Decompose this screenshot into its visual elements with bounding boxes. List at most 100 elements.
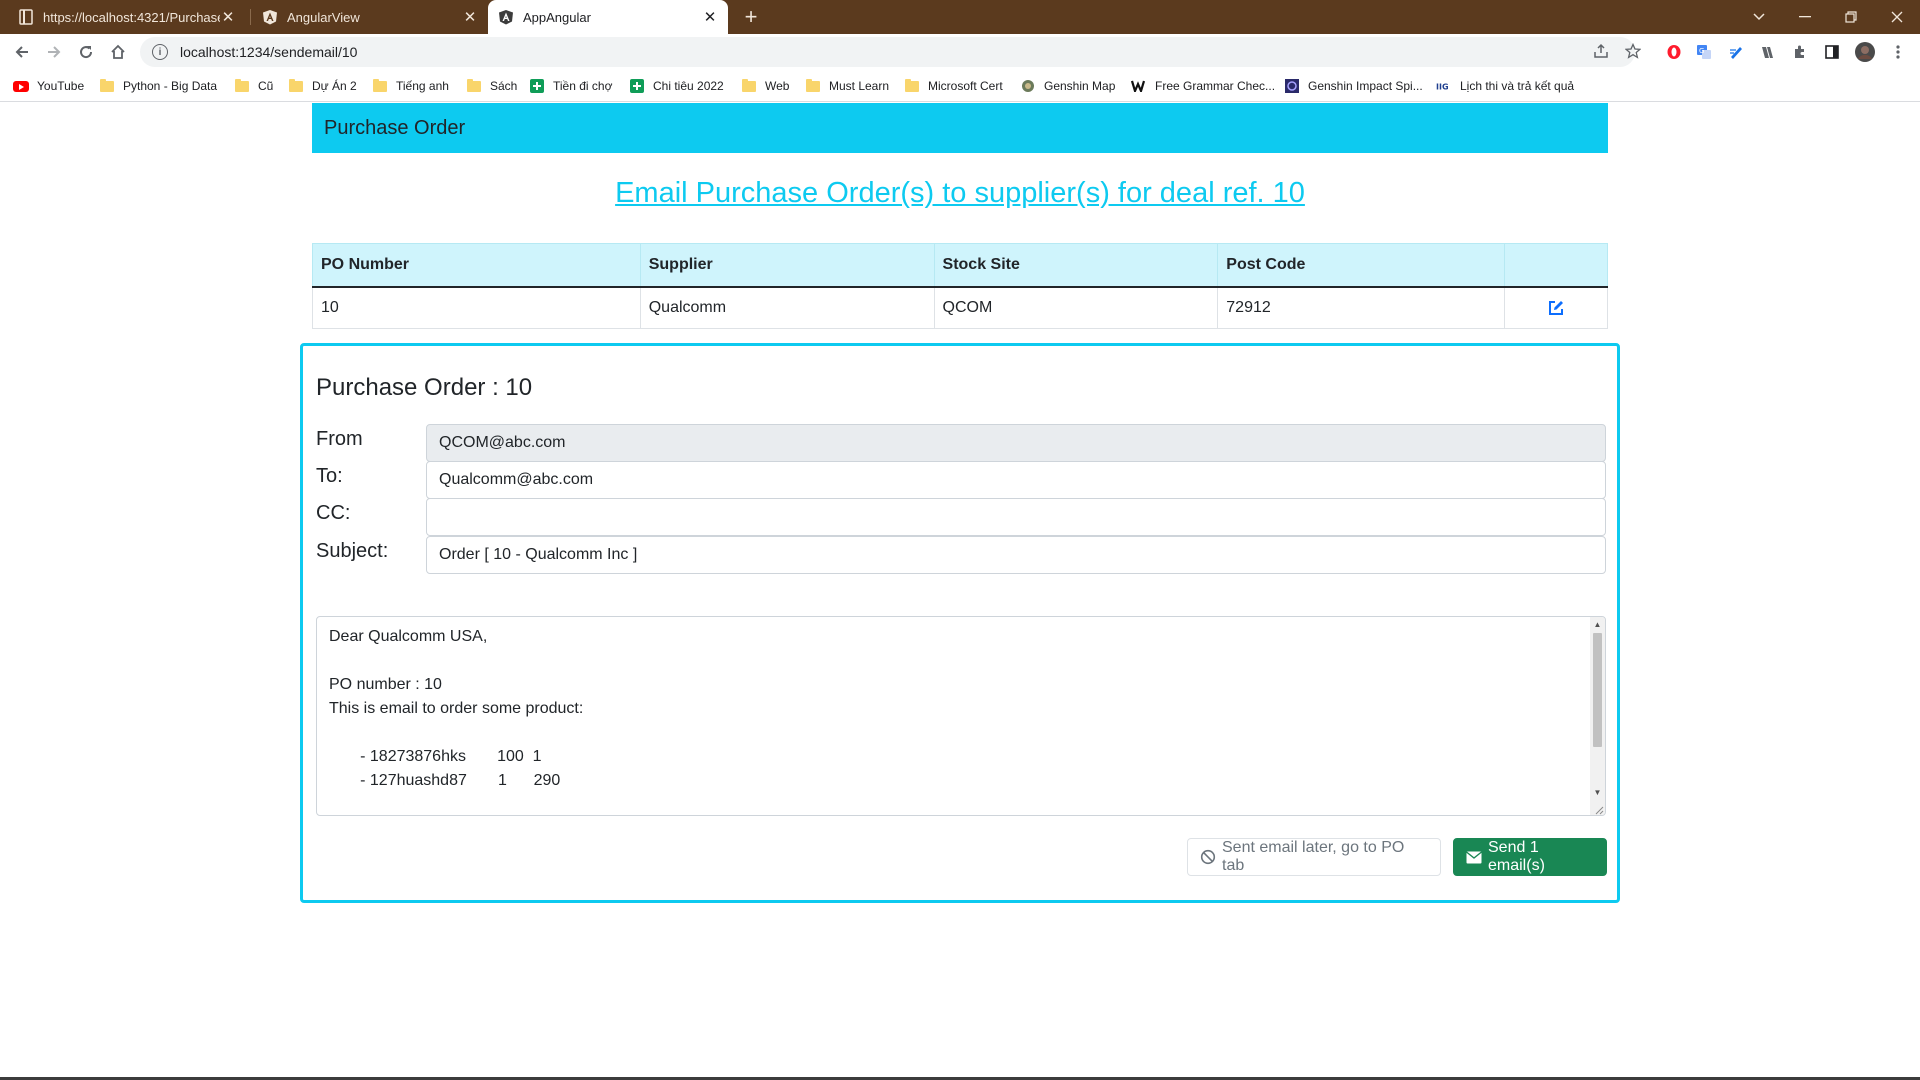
genshin-icon	[1020, 78, 1036, 94]
angular-icon	[498, 9, 514, 25]
share-icon[interactable]	[1590, 40, 1612, 62]
page-icon	[18, 9, 34, 25]
bookmark-lich-thi[interactable]: IIG Lịch thi và trả kết quả	[1436, 70, 1574, 102]
cc-row: CC:	[316, 498, 1606, 538]
reader-extension-icon[interactable]	[1758, 42, 1778, 62]
bookmark-star-icon[interactable]	[1622, 40, 1644, 62]
tab-appangular[interactable]: AppAngular ✕	[488, 0, 728, 34]
bookmark-microsoft-cert[interactable]: Microsoft Cert	[904, 70, 1003, 102]
from-field[interactable]	[426, 424, 1606, 462]
scroll-up-arrow-icon[interactable]: ▲	[1590, 617, 1605, 632]
bookmark-label: Genshin Map	[1044, 79, 1116, 93]
bookmark-must-learn[interactable]: Must Learn	[805, 70, 889, 102]
forward-button[interactable]	[40, 38, 68, 66]
resize-grip-icon[interactable]	[1592, 802, 1604, 815]
minimize-button[interactable]	[1782, 0, 1828, 34]
folder-icon	[805, 78, 821, 94]
bookmark-genshin-impact-spiral[interactable]: Genshin Impact Spi...	[1284, 70, 1423, 102]
tab-title: AppAngular	[523, 9, 591, 25]
menu-kebab-icon[interactable]	[1888, 42, 1908, 62]
tab-title: https://localhost:4321/PurchaseC	[43, 9, 220, 25]
puzzle-extensions-icon[interactable]	[1790, 42, 1810, 62]
cc-label: CC:	[316, 502, 351, 524]
new-tab-button[interactable]: +	[738, 4, 764, 30]
email-body-text: Dear Qualcomm USA, PO number : 10 This i…	[329, 628, 584, 789]
cell-supplier: Qualcomm	[639, 286, 935, 329]
subject-row: Subject:	[316, 536, 1606, 576]
avatar[interactable]	[1854, 41, 1876, 63]
sheets-icon	[529, 78, 545, 94]
bookmark-tien-di-cho[interactable]: Tiền đi chợ	[529, 70, 612, 102]
send-later-button[interactable]: Sent email later, go to PO tab	[1187, 838, 1441, 876]
scroll-down-arrow-icon[interactable]: ▼	[1590, 785, 1605, 800]
ban-icon	[1200, 849, 1216, 865]
bookmark-du-an-2[interactable]: Dự Án 2	[288, 70, 357, 102]
address-bar[interactable]: i localhost:1234/sendemail/10	[140, 37, 1635, 67]
genshin-spiral-icon	[1284, 78, 1300, 94]
scrollbar[interactable]: ▲ ▼	[1590, 617, 1605, 815]
email-card-title: Purchase Order : 10	[316, 374, 533, 401]
tab-purchase-localhost[interactable]: https://localhost:4321/PurchaseC ✕	[8, 0, 246, 34]
cc-field[interactable]	[426, 498, 1606, 536]
subject-label: Subject:	[316, 540, 389, 562]
close-window-button[interactable]	[1874, 0, 1920, 34]
folder-icon	[234, 78, 250, 94]
close-icon[interactable]: ✕	[220, 9, 236, 26]
bookmark-label: Free Grammar Chec...	[1155, 79, 1276, 93]
reload-button[interactable]	[72, 38, 100, 66]
cell-post-code: 72912	[1217, 286, 1506, 329]
bookmark-label: Sách	[490, 79, 518, 93]
column-header-po-number: PO Number	[312, 243, 641, 288]
side-panel-icon[interactable]	[1822, 42, 1842, 62]
close-icon[interactable]: ✕	[702, 9, 718, 26]
scroll-thumb[interactable]	[1593, 633, 1602, 747]
from-row: From	[316, 424, 1606, 464]
column-header-stock-site: Stock Site	[933, 243, 1219, 288]
url-text: localhost:1234/sendemail/10	[180, 44, 358, 60]
svg-text:G: G	[1699, 47, 1704, 55]
po-table: PO Number Supplier Stock Site Post Code …	[312, 243, 1608, 329]
restore-button[interactable]	[1828, 0, 1874, 34]
bookmark-label: Must Learn	[829, 79, 890, 93]
bookmark-label: Web	[765, 79, 790, 93]
tab-search-icon[interactable]	[1736, 0, 1782, 34]
bookmark-tieng-anh[interactable]: Tiếng anh	[372, 70, 449, 102]
bookmark-free-grammar-checker[interactable]: Free Grammar Chec...	[1131, 70, 1275, 102]
close-icon[interactable]: ✕	[462, 9, 478, 26]
bookmark-sach[interactable]: Sách	[466, 70, 517, 102]
site-info-icon[interactable]: i	[152, 44, 168, 60]
bookmark-chi-tieu-2022[interactable]: Chi tiêu 2022	[629, 70, 724, 102]
svg-text:IIG: IIG	[1436, 83, 1449, 92]
subject-field[interactable]	[426, 536, 1606, 574]
page-title-link[interactable]: Email Purchase Order(s) to supplier(s) f…	[615, 177, 1305, 209]
to-field[interactable]	[426, 461, 1606, 499]
folder-icon	[904, 78, 920, 94]
home-button[interactable]	[104, 38, 132, 66]
pen-extension-icon[interactable]	[1726, 42, 1746, 62]
bookmark-python-big-data[interactable]: Python - Big Data	[99, 70, 217, 102]
from-label: From	[316, 428, 363, 450]
edit-icon[interactable]	[1547, 299, 1565, 317]
bookmark-youtube[interactable]: YouTube	[13, 70, 84, 102]
tab-strip: https://localhost:4321/PurchaseC ✕ Angul…	[0, 0, 1920, 34]
bookmark-cu[interactable]: Cũ	[234, 70, 273, 102]
bookmark-web[interactable]: Web	[741, 70, 789, 102]
bookmark-label: Lịch thi và trả kết quả	[1460, 79, 1575, 93]
bookmark-label: Tiếng anh	[396, 79, 449, 93]
opera-extension-icon[interactable]	[1664, 42, 1684, 62]
sheets-icon	[629, 78, 645, 94]
bookmark-genshin-map[interactable]: Genshin Map	[1020, 70, 1115, 102]
tab-angularview[interactable]: AngularView ✕	[252, 0, 488, 34]
bookmark-label: Python - Big Data	[123, 79, 218, 93]
to-row: To:	[316, 461, 1606, 501]
navbar-brand[interactable]: Purchase Order	[324, 117, 465, 140]
folder-icon	[99, 78, 115, 94]
tab-separator	[250, 9, 251, 25]
translate-extension-icon[interactable]: G	[1694, 42, 1714, 62]
w-icon	[1131, 78, 1147, 94]
bookmark-label: Cũ	[258, 79, 274, 93]
send-email-button[interactable]: Send 1 email(s)	[1453, 838, 1607, 876]
email-body-textarea[interactable]: Dear Qualcomm USA, PO number : 10 This i…	[316, 616, 1606, 816]
folder-icon	[288, 78, 304, 94]
back-button[interactable]	[8, 38, 36, 66]
